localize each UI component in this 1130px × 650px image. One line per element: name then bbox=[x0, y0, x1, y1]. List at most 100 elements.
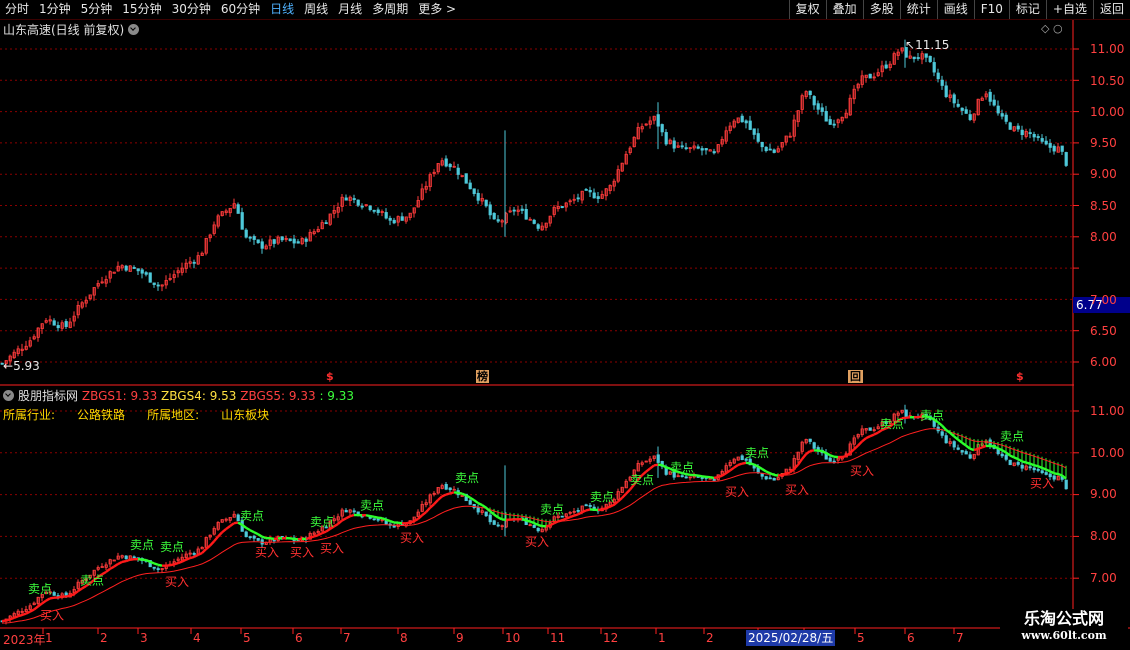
zbgs1-line bbox=[149, 560, 155, 565]
zbgs1-line bbox=[529, 520, 535, 525]
chevron-down-icon[interactable] bbox=[3, 390, 14, 401]
ind-candle-body bbox=[248, 536, 252, 539]
diamond-icon[interactable]: ◇ bbox=[1041, 22, 1049, 35]
zbgs1-line bbox=[349, 513, 355, 518]
zbgs1-line bbox=[421, 511, 427, 517]
zbgs1-line bbox=[413, 517, 419, 523]
main-candle-body bbox=[820, 107, 824, 112]
zbgs1-line bbox=[1009, 454, 1015, 459]
zbgs1-line bbox=[169, 563, 175, 567]
main-candle-body bbox=[832, 123, 836, 126]
zbgs1-line bbox=[605, 505, 611, 510]
ind-candle-body bbox=[132, 556, 136, 559]
zbgs1-line bbox=[733, 464, 739, 469]
main-candle-body bbox=[940, 79, 944, 86]
zbgs1-line bbox=[441, 493, 447, 498]
zbgs1-line bbox=[537, 523, 543, 528]
zbgs1-line bbox=[945, 428, 951, 434]
zbgs1-line bbox=[437, 495, 443, 501]
main-candle-body bbox=[280, 236, 284, 241]
zbgs1-line bbox=[105, 567, 111, 573]
main-chart-title[interactable]: 山东高速(日线 前复权) bbox=[3, 21, 140, 38]
main-candle-body bbox=[192, 261, 196, 264]
chart-tools[interactable]: ◇ ○ bbox=[1041, 22, 1063, 35]
zbgs1-line bbox=[369, 514, 375, 519]
zbgs1-line bbox=[317, 532, 323, 537]
zbgs1-line bbox=[17, 613, 23, 618]
main-candle-body bbox=[884, 64, 888, 69]
zbgs1-line bbox=[793, 463, 799, 470]
x-tick: 2 bbox=[706, 631, 714, 645]
ind-candle-body bbox=[492, 520, 496, 525]
zbgs1-line bbox=[429, 503, 435, 509]
ind-candle-body bbox=[712, 479, 716, 481]
zbgs1-line bbox=[993, 445, 999, 450]
zbgs1-line bbox=[997, 447, 1003, 452]
indicator-name[interactable]: 股朋指标网 bbox=[18, 389, 78, 403]
watermark-url: www.60lt.com bbox=[1021, 629, 1107, 642]
zbgs1-line bbox=[373, 515, 379, 519]
zbgs1-line bbox=[581, 509, 587, 514]
main-candle-body bbox=[292, 238, 296, 244]
main-candle-body bbox=[360, 205, 364, 208]
main-candle-body bbox=[152, 282, 156, 285]
circle-icon[interactable]: ○ bbox=[1053, 22, 1063, 35]
main-candle-body bbox=[496, 219, 500, 222]
chart-canvas[interactable]: 买入买入买入 买入 买入买入 买入买入 买入买入买入卖点卖点卖点 卖点卖点 卖点卖点卖点卖点… bbox=[0, 0, 1130, 650]
ind-candle-body bbox=[808, 438, 812, 442]
zbgs1-line bbox=[221, 528, 227, 534]
sell-signal: 卖点 bbox=[455, 471, 479, 485]
zbgs1-line bbox=[553, 520, 559, 525]
main-candle-body bbox=[912, 56, 916, 60]
zbgs1-line bbox=[473, 499, 479, 505]
zbgs1-line bbox=[817, 449, 823, 453]
ind-candle-body bbox=[960, 450, 964, 453]
zbgs1-line bbox=[1033, 464, 1039, 468]
zbgs1-line bbox=[609, 503, 615, 508]
ind-candle-body bbox=[156, 568, 160, 570]
zbgs1-value: ZBGS1: 9.33 bbox=[81, 389, 158, 403]
ind-candle-body bbox=[576, 510, 580, 512]
x-tick: 6 bbox=[295, 631, 303, 645]
zbgs1-line bbox=[321, 530, 327, 535]
main-candle-body bbox=[1036, 136, 1040, 138]
event-dollar-1[interactable]: $ bbox=[326, 370, 334, 383]
zbgs1-line bbox=[445, 492, 451, 496]
main-candle-body bbox=[532, 219, 536, 224]
zbgs1-line bbox=[385, 518, 391, 523]
main-candle-body bbox=[740, 115, 744, 123]
zbgs1-line bbox=[13, 615, 19, 620]
zbgs1-line bbox=[769, 472, 775, 477]
main-candle-body bbox=[244, 229, 248, 238]
event-rank[interactable]: 榜 bbox=[476, 370, 489, 383]
main-candle-body bbox=[524, 209, 528, 220]
main-candle-body bbox=[1032, 134, 1036, 138]
zbgs1-line bbox=[905, 416, 911, 419]
zbgs1-line bbox=[961, 441, 967, 447]
chevron-down-icon[interactable] bbox=[128, 24, 140, 35]
zbgs1-line bbox=[765, 470, 771, 475]
ind-candle-body bbox=[1044, 472, 1048, 475]
zbgs1-line bbox=[433, 499, 439, 506]
ind-candle-body bbox=[768, 477, 772, 480]
ind-candle-body bbox=[968, 454, 972, 459]
zbgs1-line bbox=[365, 514, 371, 518]
zbgs1-line bbox=[21, 612, 27, 617]
ind-candle-body bbox=[352, 510, 356, 513]
main-candle-body bbox=[760, 141, 764, 148]
zbgs1-line bbox=[233, 521, 239, 525]
buy-signal: 买入 bbox=[320, 541, 344, 555]
main-candle-body bbox=[936, 72, 940, 80]
sell-signal: 卖点 bbox=[745, 446, 769, 460]
zbgs1-line bbox=[693, 473, 699, 477]
x-tick: 11 bbox=[550, 631, 566, 645]
ind-candle-body bbox=[944, 435, 948, 444]
zbgs1-line bbox=[853, 444, 859, 451]
event-dollar-2[interactable]: $ bbox=[1016, 370, 1024, 383]
x-tick: 8 bbox=[400, 631, 408, 645]
zbgs1-line bbox=[269, 537, 275, 541]
event-buyback[interactable]: 回 bbox=[848, 370, 863, 383]
sell-signal: 卖点 bbox=[310, 515, 334, 529]
sell-signal: 卖点 bbox=[880, 417, 904, 431]
zbgs1-line bbox=[145, 558, 151, 563]
